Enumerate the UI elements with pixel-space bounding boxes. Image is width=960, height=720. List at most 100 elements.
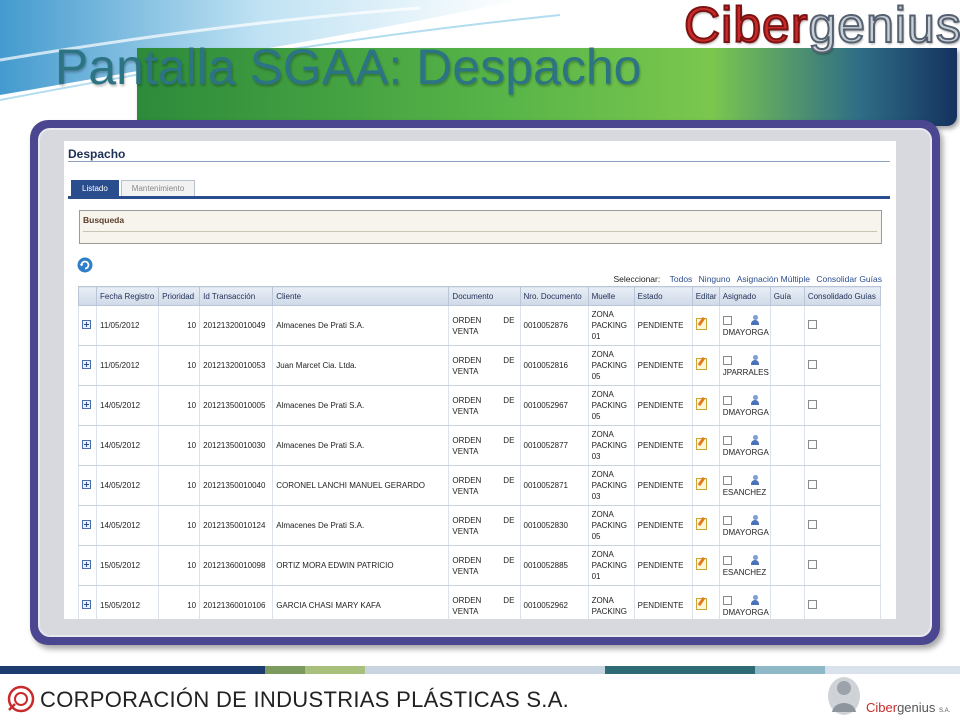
asignado-cell: DMAYORGA <box>718 425 771 466</box>
editar-cell <box>691 505 720 546</box>
consolidado-cell <box>803 345 882 386</box>
assign-checkbox[interactable] <box>722 595 732 605</box>
edit-icon[interactable] <box>695 558 707 570</box>
col-guia[interactable]: Guía <box>769 286 805 306</box>
user-icon[interactable] <box>750 434 760 446</box>
edit-icon[interactable] <box>695 478 707 490</box>
edit-icon[interactable] <box>695 358 707 370</box>
col-cliente[interactable]: Cliente <box>272 286 450 306</box>
edit-icon[interactable] <box>695 318 707 330</box>
expand-icon[interactable] <box>82 359 91 369</box>
expand-icon[interactable] <box>82 479 91 489</box>
user-icon[interactable] <box>750 354 760 366</box>
edit-icon[interactable] <box>695 438 707 450</box>
table-row[interactable]: 15/05/2012 10 20121360010106 GARCIA CHASI M… <box>77 585 882 619</box>
table-row[interactable]: 14/05/2012 10 20121350010005 Almacenes De P… <box>77 385 882 426</box>
expand-icon[interactable] <box>82 399 91 409</box>
guia-cell <box>769 425 805 466</box>
cliente-cell: GARCIA CHASI MARY KAFA <box>272 585 450 619</box>
edit-icon[interactable] <box>695 598 707 610</box>
edit-icon[interactable] <box>695 398 707 410</box>
user-icon[interactable] <box>750 594 760 606</box>
expand-icon[interactable] <box>82 599 91 609</box>
user-icon[interactable] <box>750 474 760 486</box>
table-row[interactable]: 11/05/2012 10 20121320010053 Juan Marcet Ci… <box>77 345 882 386</box>
assign-checkbox[interactable] <box>722 555 732 565</box>
col-asignado[interactable]: Asignado <box>718 286 771 306</box>
documento-word-3: VENTA <box>452 566 479 576</box>
col-nro-documento[interactable]: Nro. Documento <box>519 286 589 306</box>
documento-cell: ORDEN DE VENTA <box>448 505 521 546</box>
expand-icon[interactable] <box>82 439 91 449</box>
expand-cell <box>77 465 98 506</box>
assign-checkbox[interactable] <box>722 395 732 405</box>
assign-checkbox[interactable] <box>722 515 732 525</box>
multiple-assignment-link[interactable]: Asignación Múltiple <box>737 274 810 284</box>
muelle-line-2: PACKING <box>591 361 627 370</box>
guia-cell <box>769 305 805 346</box>
user-icon[interactable] <box>750 554 760 566</box>
consolidado-cell <box>803 305 882 346</box>
search-panel[interactable]: Busqueda <box>79 210 882 244</box>
cliente-cell: ORTIZ MORA EDWIN PATRICIO <box>272 545 450 586</box>
consolidate-checkbox[interactable] <box>807 439 817 449</box>
select-all-link[interactable]: Todos <box>670 274 693 284</box>
expand-icon[interactable] <box>82 559 91 569</box>
consolidate-checkbox[interactable] <box>807 359 817 369</box>
expand-icon[interactable] <box>82 519 91 529</box>
consolidate-checkbox[interactable] <box>807 559 817 569</box>
consolidate-checkbox[interactable] <box>807 319 817 329</box>
assign-checkbox[interactable] <box>722 475 732 485</box>
tab-listado[interactable]: Listado <box>71 180 119 197</box>
documento-line: ORDEN DE <box>452 435 514 446</box>
assign-checkbox[interactable] <box>722 315 732 325</box>
refresh-icon[interactable] <box>77 257 93 273</box>
muelle-line-1: ZONA <box>591 430 614 439</box>
col-estado[interactable]: Estado <box>633 286 693 306</box>
documento-line: ORDEN DE <box>452 515 514 526</box>
user-icon[interactable] <box>750 394 760 406</box>
assign-checkbox[interactable] <box>722 435 732 445</box>
muelle-line-1: ZONA <box>591 310 614 319</box>
assign-controls <box>722 593 767 607</box>
documento-word-3: VENTA <box>452 366 479 376</box>
select-none-link[interactable]: Ninguno <box>699 274 731 284</box>
muelle-cell: ZONA PACKING 03 <box>587 465 635 506</box>
documento-word-1: ORDEN <box>452 395 482 405</box>
estado-cell: PENDIENTE <box>633 385 693 426</box>
consolidate-checkbox[interactable] <box>807 399 817 409</box>
muelle-line-1: ZONA <box>591 550 614 559</box>
estado-cell: PENDIENTE <box>633 345 693 386</box>
col-id-transaccion[interactable]: Id Transacción <box>199 286 274 306</box>
col-documento[interactable]: Documento <box>448 286 521 306</box>
table-row[interactable]: 14/05/2012 10 20121350010040 CORONEL LANCHI… <box>77 465 882 506</box>
user-icon[interactable] <box>750 314 760 326</box>
user-icon[interactable] <box>750 514 760 526</box>
footer-brand: Cibergenius S.A. <box>866 700 950 715</box>
consolidate-checkbox[interactable] <box>807 479 817 489</box>
documento-cell: ORDEN DE VENTA <box>448 465 521 506</box>
consolidate-checkbox[interactable] <box>807 599 817 609</box>
asignado-cell: ESANCHEZ <box>718 465 771 506</box>
cliente-cell: Almacenes De Prati S.A. <box>272 305 450 346</box>
table-row[interactable]: 14/05/2012 10 20121350010124 Almacenes De P… <box>77 505 882 546</box>
documento-word-2: DE <box>503 515 515 525</box>
consolidate-checkbox[interactable] <box>807 519 817 529</box>
table-row[interactable]: 14/05/2012 10 20121350010030 Almacenes De P… <box>77 425 882 466</box>
nro-documento-cell: 0010052885 <box>519 545 589 586</box>
muelle-cell: ZONA PACKING 01 <box>587 305 635 346</box>
col-fecha-registro[interactable]: Fecha Registro <box>96 286 160 306</box>
col-muelle[interactable]: Muelle <box>587 286 635 306</box>
col-consolidado-guias[interactable]: Consolidado Guías <box>803 286 882 306</box>
assign-checkbox[interactable] <box>722 355 732 365</box>
consolidate-guides-link[interactable]: Consolidar Guías <box>816 274 882 284</box>
muelle-line-3: 05 <box>591 412 601 421</box>
tab-mantenimiento[interactable]: Mantenimiento <box>120 180 196 197</box>
consolidado-cell <box>803 545 882 586</box>
table-row[interactable]: 15/05/2012 10 20121360010098 ORTIZ MORA EDW… <box>77 545 882 586</box>
edit-icon[interactable] <box>695 518 707 530</box>
col-prioridad[interactable]: Prioridad <box>158 286 201 306</box>
expand-cell <box>77 345 98 386</box>
table-row[interactable]: 11/05/2012 10 20121320010049 Almacenes De P… <box>77 305 882 346</box>
expand-icon[interactable] <box>82 319 91 329</box>
